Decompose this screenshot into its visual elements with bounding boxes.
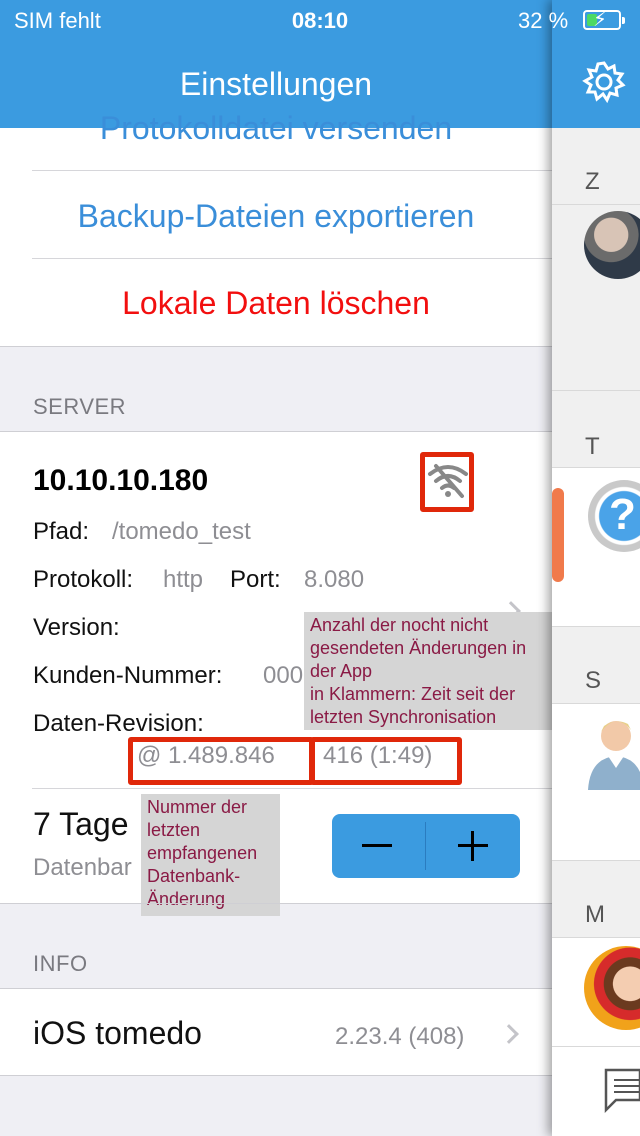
wifi-highlight-box — [420, 452, 474, 512]
person-icon — [584, 712, 640, 792]
protocol-label: Protokoll: — [33, 566, 134, 593]
app-version: 2.23.4 (408) — [335, 1023, 465, 1050]
info-section-header: INFO — [33, 951, 88, 976]
customer-number-value: 000 — [263, 662, 304, 689]
chevron-right-icon[interactable] — [499, 1024, 519, 1044]
charging-bolt-icon: ⚡ — [593, 9, 608, 31]
annotation-line: in Klammern: Zeit seit der — [310, 684, 516, 704]
server-ip: 10.10.10.180 — [33, 464, 209, 497]
contact-row[interactable]: ? — [552, 468, 640, 626]
section-letter: M — [585, 901, 605, 928]
retention-subtitle: Datenbar — [33, 854, 132, 881]
separator — [0, 1075, 552, 1076]
send-log-button[interactable]: Protokolldatei versenden — [0, 110, 552, 147]
separator — [552, 1046, 640, 1047]
contacts-panel: Z T ? S M — [552, 0, 640, 1136]
pending-annotation: Anzahl der nocht nicht gesendeten Änderu… — [304, 612, 552, 730]
protocol-value: http — [163, 566, 204, 593]
path-label: Pfad: — [33, 518, 90, 545]
annotation-line: Änderung — [147, 889, 226, 909]
scroll-indicator[interactable] — [552, 488, 564, 582]
question-mark-icon: ? — [588, 480, 640, 552]
chat-icon[interactable] — [602, 1066, 640, 1114]
annotation-line: Anzahl der nocht nicht — [310, 615, 489, 635]
annotation-line: letzten Synchronisation — [310, 707, 497, 727]
annotation-line: der App — [310, 661, 373, 681]
port-value: 8.080 — [304, 566, 365, 593]
contact-row[interactable] — [552, 205, 640, 390]
delete-local-data-button[interactable]: Lokale Daten löschen — [0, 285, 552, 322]
revision-highlight-box — [128, 737, 314, 785]
info-row[interactable]: iOS tomedo 2.23.4 (408) — [0, 989, 552, 1075]
port-label: Port: — [230, 566, 281, 593]
minus-icon[interactable] — [362, 844, 392, 847]
path-value: /tomedo_test — [112, 518, 251, 545]
battery-icon: ⚡ — [583, 9, 625, 31]
annotation-line: gesendeten Änderungen in — [310, 638, 527, 658]
contact-row[interactable] — [552, 704, 640, 860]
stepper-divider — [425, 822, 426, 870]
annotation-line: letzten — [147, 820, 201, 840]
customer-number-label: Kunden-Nummer: — [33, 662, 223, 689]
annotation-line: empfangenen — [147, 843, 258, 863]
section-index-t: T — [552, 391, 640, 467]
battery-percent: 32 % — [518, 8, 569, 33]
section-index-m: M — [552, 861, 640, 937]
version-label: Version: — [33, 614, 120, 641]
section-index-z: Z — [552, 128, 640, 204]
retention-stepper[interactable] — [332, 814, 520, 878]
avatar — [584, 946, 640, 1030]
section-letter: T — [585, 433, 600, 460]
contact-row[interactable] — [552, 938, 640, 1046]
separator — [32, 170, 552, 171]
export-backup-button[interactable]: Backup-Dateien exportieren — [0, 198, 552, 235]
separator — [32, 258, 552, 259]
revision-annotation: Nummer der letzten empfangenen Datenbank… — [141, 794, 280, 916]
avatar — [584, 211, 640, 279]
separator — [32, 788, 552, 789]
annotation-line: Datenbank- — [147, 866, 241, 886]
annotation-line: Nummer der — [147, 797, 248, 817]
settings-panel: Einstellungen Protokolldatei versenden B… — [0, 0, 552, 1136]
separator — [0, 346, 552, 347]
retention-title: 7 Tage — [33, 806, 129, 842]
section-letter: Z — [585, 168, 600, 195]
server-section-header: SERVER — [33, 394, 127, 419]
app-name: iOS tomedo — [33, 1015, 202, 1051]
data-revision-label: Daten-Revision: — [33, 710, 204, 737]
separator — [0, 903, 552, 904]
plus-icon[interactable] — [471, 831, 474, 861]
status-bar: SIM fehlt 08:10 32 % ⚡ — [0, 0, 640, 40]
page-title: Einstellungen — [179, 66, 373, 102]
section-letter: S — [585, 667, 602, 694]
pending-highlight-box — [310, 737, 462, 785]
gear-icon[interactable] — [582, 60, 626, 104]
section-index-s: S — [552, 627, 640, 703]
actions-group: Protokolldatei versenden Backup-Dateien … — [0, 110, 552, 346]
